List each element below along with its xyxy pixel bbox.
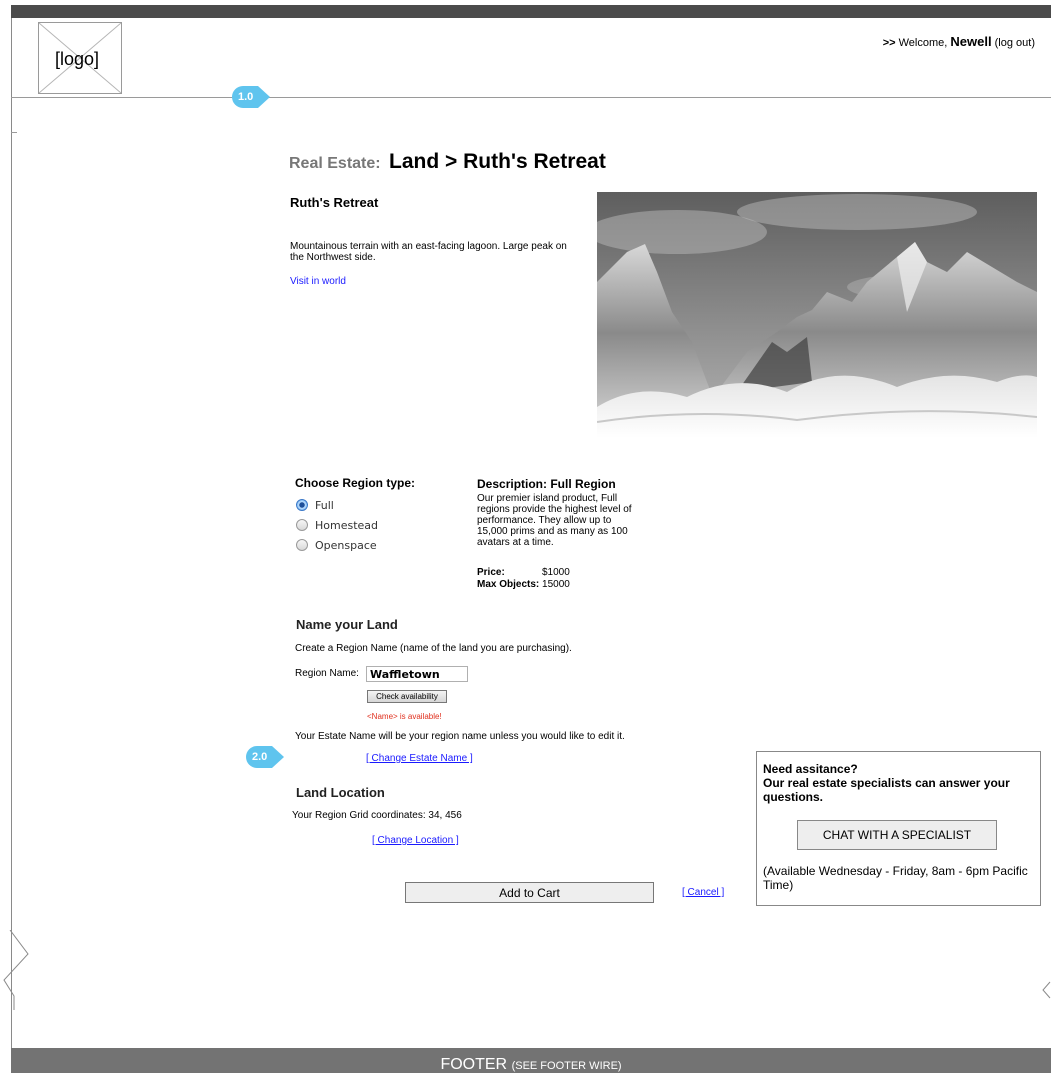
radio-homestead-label: Homestead — [315, 518, 379, 532]
footer: FOOTER (SEE FOOTER WIRE) — [11, 1048, 1051, 1073]
max-objects-value: 15000 — [542, 579, 570, 590]
property-description: Mountainous terrain with an east-facing … — [290, 241, 567, 263]
welcome-chevron: >> — [882, 37, 896, 49]
region-type-options: Full Homestead Openspace — [296, 495, 378, 555]
radio-full-label: Full — [315, 498, 334, 512]
page-curl-left-icon — [3, 930, 29, 1010]
radio-homestead[interactable]: Homestead — [296, 515, 378, 535]
welcome-text: Welcome, — [898, 37, 948, 49]
availability-message: <Name> is available! — [367, 712, 442, 721]
top-bar — [11, 5, 1051, 18]
help-title: Need assitance? Our real estate speciali… — [763, 762, 1010, 804]
footer-label: FOOTER — [440, 1056, 508, 1073]
left-border — [11, 18, 12, 1048]
price-label: Price: — [477, 567, 505, 578]
property-name: Ruth's Retreat — [290, 195, 379, 210]
price-value: $1000 — [542, 567, 570, 578]
radio-selected-icon[interactable] — [296, 499, 308, 511]
region-name-label: Region Name: — [295, 668, 359, 679]
grid-coordinates-value: 34, 456 — [428, 810, 462, 821]
max-objects-label: Max Objects: — [477, 579, 540, 590]
logout-link[interactable]: (log out) — [995, 37, 1035, 49]
radio-full[interactable]: Full — [296, 495, 378, 515]
annotation-marker-1: 1.0 — [232, 86, 270, 108]
name-land-heading: Name your Land — [296, 617, 398, 632]
name-land-instruction: Create a Region Name (name of the land y… — [295, 643, 572, 654]
add-to-cart-button[interactable]: Add to Cart — [405, 882, 654, 903]
side-tick — [11, 132, 17, 133]
footer-sub: (SEE FOOTER WIRE) — [511, 1060, 622, 1072]
logo-label: [logo] — [55, 49, 100, 69]
cancel-link[interactable]: [ Cancel ] — [682, 887, 724, 898]
help-box: Need assitance? Our real estate speciali… — [756, 751, 1041, 906]
page-heading: Land > Ruth's Retreat — [389, 150, 606, 173]
region-description-heading: Description: Full Region — [477, 477, 616, 491]
change-estate-name-link[interactable]: [ Change Estate Name ] — [366, 753, 473, 764]
chevron-left-icon — [1042, 981, 1051, 999]
radio-unselected-icon[interactable] — [296, 539, 308, 551]
grid-coordinates-label: Your Region Grid coordinates: — [292, 810, 426, 821]
radio-openspace-label: Openspace — [315, 538, 377, 552]
radio-openspace[interactable]: Openspace — [296, 535, 378, 555]
welcome-bar: >> Welcome, Newell (log out) — [883, 34, 1035, 49]
property-image — [597, 192, 1037, 438]
help-availability: (Available Wednesday - Friday, 8am - 6pm… — [763, 864, 1028, 892]
region-name-input[interactable]: Waffletown — [366, 666, 468, 682]
land-location-heading: Land Location — [296, 785, 385, 800]
region-description-body: Our premier island product, Full regions… — [477, 493, 632, 548]
price-row: Price: $1000 — [477, 567, 570, 579]
radio-unselected-icon[interactable] — [296, 519, 308, 531]
check-availability-button[interactable]: Check availability — [367, 690, 447, 703]
grid-coordinates: Your Region Grid coordinates: 34, 456 — [292, 810, 462, 821]
breadcrumb-prefix: Real Estate: — [289, 155, 381, 172]
estate-name-note: Your Estate Name will be your region nam… — [295, 731, 625, 742]
annotation-marker-2: 2.0 — [246, 746, 284, 768]
header-divider — [11, 97, 1051, 98]
logo-placeholder[interactable]: [logo] — [38, 22, 122, 94]
change-location-link[interactable]: [ Change Location ] — [372, 835, 459, 846]
chat-specialist-button[interactable]: CHAT WITH A SPECIALIST — [797, 820, 997, 850]
page-title: Real Estate: Land > Ruth's Retreat — [289, 150, 606, 174]
region-type-heading: Choose Region type: — [295, 476, 416, 490]
visit-in-world-link[interactable]: Visit in world — [290, 276, 346, 287]
max-objects-row: Max Objects: 15000 — [477, 579, 570, 591]
user-name: Newell — [950, 34, 992, 49]
